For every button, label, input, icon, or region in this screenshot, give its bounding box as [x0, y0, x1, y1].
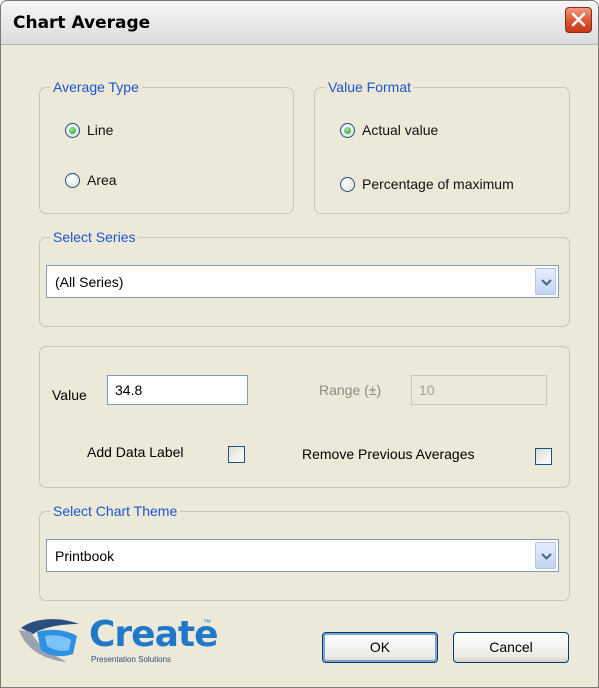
chart-theme-select-value: Printbook	[55, 548, 115, 564]
value-input[interactable]: 34.8	[107, 375, 248, 405]
value-label: Value	[52, 387, 87, 403]
range-input[interactable]: 10	[411, 375, 547, 405]
radio-percentage-of-maximum[interactable]	[340, 176, 355, 192]
radio-area-row[interactable]: Area	[65, 172, 117, 188]
value-format-group: Value Format	[314, 77, 570, 214]
add-data-label-checkbox[interactable]	[228, 446, 245, 463]
close-x-icon	[571, 12, 586, 27]
chart-theme-legend: Select Chart Theme	[50, 501, 181, 521]
logo-trademark: ™	[203, 618, 211, 627]
remove-previous-averages-label: Remove Previous Averages	[302, 446, 475, 462]
value-settings-group	[39, 346, 570, 488]
average-type-legend: Average Type	[50, 77, 142, 97]
logo-wordmark: Create	[89, 614, 219, 655]
radio-area-label: Area	[87, 172, 117, 188]
radio-line-row[interactable]: Line	[65, 122, 113, 138]
radio-actual-value-row[interactable]: Actual value	[340, 122, 438, 138]
window-title: Chart Average	[13, 13, 151, 33]
chevron-down-icon	[541, 279, 552, 286]
chart-average-dialog: Chart Average Average Type Line Area Val…	[0, 0, 599, 688]
series-select[interactable]: (All Series)	[46, 265, 559, 298]
range-label: Range (±)	[319, 382, 382, 398]
chart-theme-select[interactable]: Printbook	[46, 539, 559, 572]
average-type-group: Average Type	[39, 77, 294, 214]
series-dropdown-button[interactable]	[535, 268, 556, 295]
title-bar[interactable]: Chart Average	[1, 1, 598, 45]
radio-percentage-row[interactable]: Percentage of maximum	[340, 176, 514, 192]
chart-theme-dropdown-button[interactable]	[535, 542, 556, 569]
value-format-legend: Value Format	[325, 77, 414, 97]
cancel-button[interactable]: Cancel	[453, 632, 569, 663]
radio-line[interactable]	[65, 122, 80, 138]
create-logo: Create ™ Presentation Solutions	[15, 612, 219, 668]
radio-actual-value[interactable]	[340, 122, 355, 138]
add-data-label-label: Add Data Label	[87, 444, 184, 460]
logo-subtitle: Presentation Solutions	[91, 655, 172, 664]
chevron-down-icon	[541, 553, 552, 560]
radio-actual-value-label: Actual value	[362, 122, 439, 138]
series-select-value: (All Series)	[55, 274, 124, 290]
remove-previous-averages-checkbox[interactable]	[535, 448, 552, 465]
radio-percentage-label: Percentage of maximum	[362, 176, 514, 192]
select-series-legend: Select Series	[50, 227, 139, 247]
ok-button[interactable]: OK	[322, 632, 438, 663]
radio-area[interactable]	[65, 172, 80, 188]
create-logo-icon	[19, 619, 79, 662]
close-button[interactable]	[565, 7, 592, 33]
radio-line-label: Line	[87, 122, 114, 138]
